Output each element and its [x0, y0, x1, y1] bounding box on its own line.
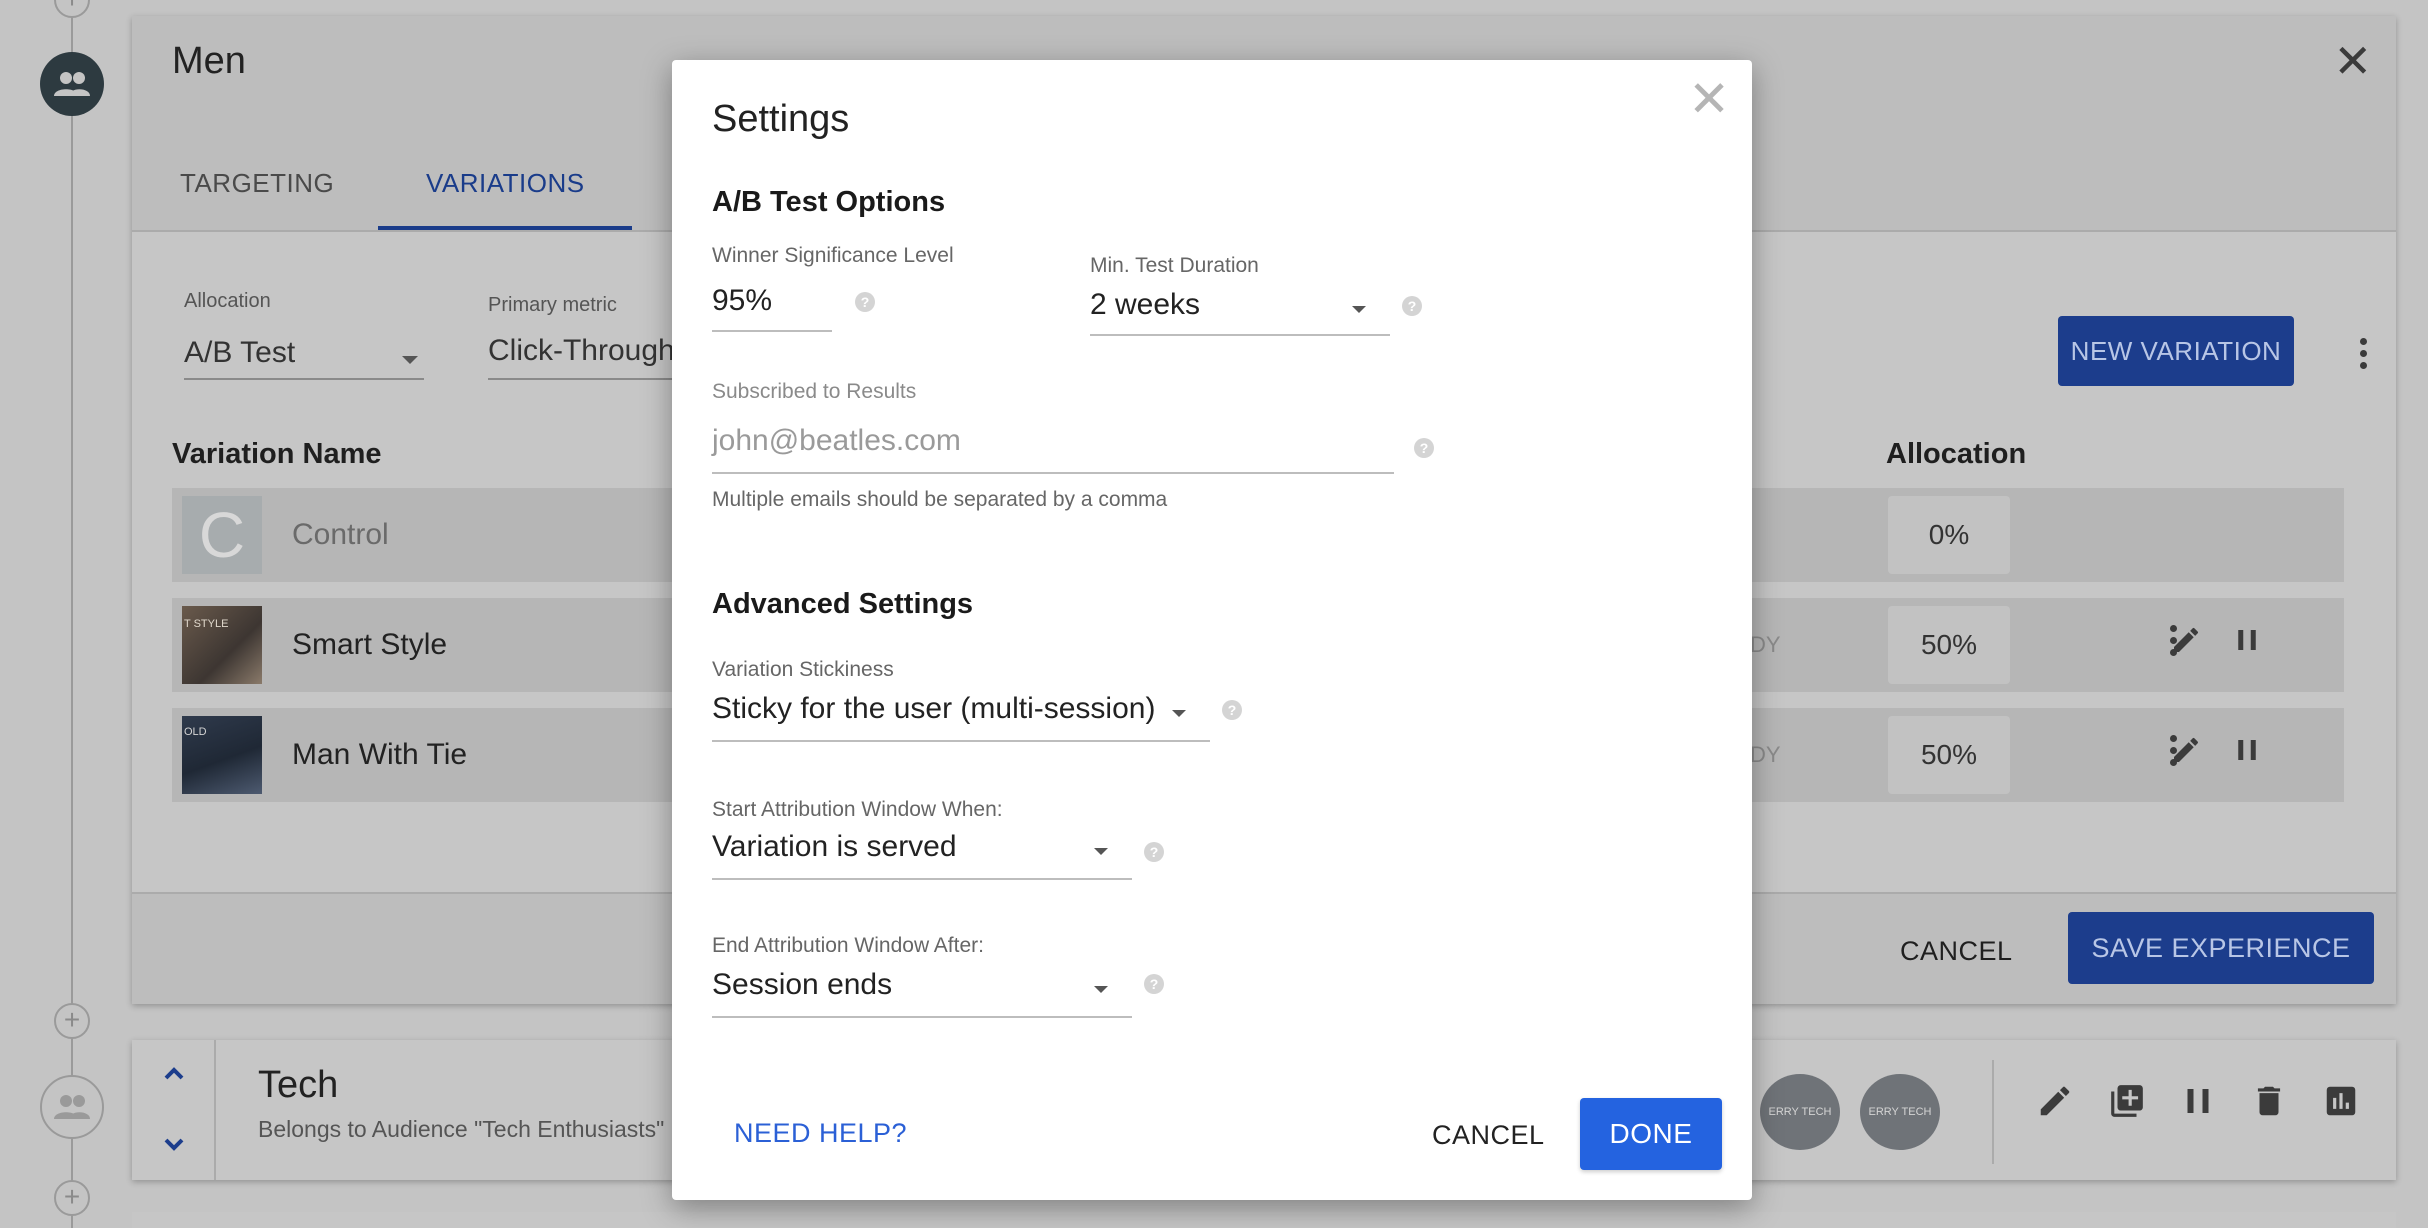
status-text: DY — [1750, 742, 1781, 767]
chevron-down-icon[interactable] — [1094, 986, 1108, 993]
ab-test-section-title: A/B Test Options — [712, 186, 946, 218]
stickiness-label: Variation Stickiness — [712, 658, 894, 681]
add-node-icon[interactable]: + — [54, 1003, 90, 1039]
stickiness-underline — [712, 740, 1210, 742]
duration-label: Min. Test Duration — [1090, 254, 1259, 277]
primary-metric-select[interactable]: Click-Through — [488, 334, 675, 368]
chevron-down-icon[interactable] — [1352, 306, 1366, 313]
experience-title: Men — [172, 40, 246, 82]
end-window-underline — [712, 1016, 1132, 1018]
allocation-value[interactable]: 0% — [1888, 496, 2010, 574]
allocation-underline — [184, 378, 424, 380]
settings-dialog: Settings ✕ A/B Test Options Winner Signi… — [672, 60, 1752, 1200]
close-icon[interactable]: ✕ — [2333, 38, 2372, 84]
chevron-down-icon[interactable] — [1172, 710, 1186, 717]
reorder-controls — [132, 1040, 216, 1180]
experience-subtitle: Belongs to Audience "Tech Enthusiasts" — [258, 1116, 665, 1142]
significance-underline — [712, 330, 832, 332]
help-icon[interactable]: ? — [1402, 296, 1422, 316]
variation-thumbnail: ERRY TECH — [1860, 1074, 1940, 1150]
duration-select[interactable]: 2 weeks — [1090, 288, 1200, 322]
duplicate-icon[interactable] — [2108, 1082, 2146, 1120]
variation-name-header: Variation Name — [172, 438, 382, 470]
start-window-label: Start Attribution Window When: — [712, 798, 1003, 821]
subscribed-label: Subscribed to Results — [712, 380, 917, 403]
chevron-up-icon[interactable] — [158, 1058, 190, 1090]
dialog-title: Settings — [712, 98, 850, 140]
variation-thumbnail: ERRY TECH — [1760, 1074, 1840, 1150]
start-window-select[interactable]: Variation is served — [712, 830, 957, 864]
variation-name: Control — [292, 518, 389, 551]
add-node-icon[interactable]: + — [54, 1180, 90, 1216]
stickiness-select[interactable]: Sticky for the user (multi-session) — [712, 692, 1155, 726]
report-chart-icon[interactable] — [2322, 1082, 2360, 1120]
status-text: DY — [1750, 632, 1781, 657]
advanced-section-title: Advanced Settings — [712, 588, 974, 620]
audience-node-icon — [40, 52, 104, 116]
help-icon[interactable]: ? — [1144, 842, 1164, 862]
variation-name: Smart Style — [292, 628, 448, 661]
end-window-label: End Attribution Window After: — [712, 934, 984, 957]
allocation-value[interactable]: 50% — [1888, 606, 2010, 684]
help-icon[interactable]: ? — [1222, 700, 1242, 720]
duration-underline — [1090, 334, 1390, 336]
add-node-icon[interactable]: + — [54, 0, 90, 18]
need-help-link[interactable]: NEED HELP? — [734, 1118, 907, 1149]
subscribed-hint: Multiple emails should be separated by a… — [712, 488, 1168, 511]
allocation-value[interactable]: 50% — [1888, 716, 2010, 794]
audience-node-icon — [40, 1075, 104, 1139]
row-actions — [2170, 734, 2262, 766]
edit-icon[interactable] — [2036, 1082, 2074, 1120]
allocation-select[interactable]: A/B Test — [184, 336, 295, 370]
help-icon[interactable]: ? — [855, 292, 875, 312]
done-button[interactable]: DONE — [1580, 1098, 1722, 1170]
allocation-header: Allocation — [1886, 438, 2027, 470]
variation-name: Man With Tie — [292, 738, 468, 771]
more-options-icon[interactable] — [2360, 338, 2367, 369]
experience-card-next — [132, 1212, 2396, 1228]
variation-thumbnail: T STYLE — [182, 606, 262, 684]
variation-thumbnail: OLD — [182, 716, 262, 794]
variation-thumbnail: C — [182, 496, 262, 574]
significance-input[interactable]: 95% — [712, 284, 772, 318]
primary-metric-underline — [488, 378, 688, 380]
subscribed-underline — [712, 472, 1394, 474]
more-options-icon[interactable] — [2170, 624, 2177, 656]
tab-variations[interactable]: VARIATIONS — [426, 168, 585, 199]
chevron-down-icon[interactable] — [158, 1128, 190, 1160]
close-icon[interactable]: ✕ — [1688, 74, 1730, 124]
help-icon[interactable]: ? — [1414, 438, 1434, 458]
primary-metric-label: Primary metric — [488, 294, 617, 316]
start-window-underline — [712, 878, 1132, 880]
delete-icon[interactable] — [2250, 1082, 2288, 1120]
cancel-button[interactable]: CANCEL — [1900, 936, 2013, 967]
pause-icon[interactable] — [2180, 1083, 2216, 1119]
help-icon[interactable]: ? — [1144, 974, 1164, 994]
divider — [1992, 1060, 1994, 1164]
end-window-select[interactable]: Session ends — [712, 968, 892, 1002]
save-experience-button[interactable]: SAVE EXPERIENCE — [2068, 912, 2374, 984]
chevron-down-icon[interactable] — [402, 356, 418, 364]
pause-icon[interactable] — [2232, 625, 2262, 655]
subscribed-input[interactable]: john@beatles.com — [712, 424, 961, 458]
active-tab-indicator — [378, 226, 632, 230]
people-icon — [54, 72, 90, 96]
row-actions — [2170, 624, 2262, 656]
pause-icon[interactable] — [2232, 735, 2262, 765]
tab-targeting[interactable]: TARGETING — [180, 168, 334, 199]
chevron-down-icon[interactable] — [1094, 848, 1108, 855]
dialog-cancel-button[interactable]: CANCEL — [1432, 1120, 1545, 1151]
timeline-line — [71, 0, 73, 1228]
new-variation-button[interactable]: NEW VARIATION — [2058, 316, 2294, 386]
more-options-icon[interactable] — [2170, 734, 2177, 766]
experience-title: Tech — [258, 1064, 339, 1106]
experience-actions — [2036, 1082, 2360, 1120]
people-icon — [54, 1095, 90, 1119]
significance-label: Winner Significance Level — [712, 244, 954, 267]
allocation-label: Allocation — [184, 290, 271, 312]
